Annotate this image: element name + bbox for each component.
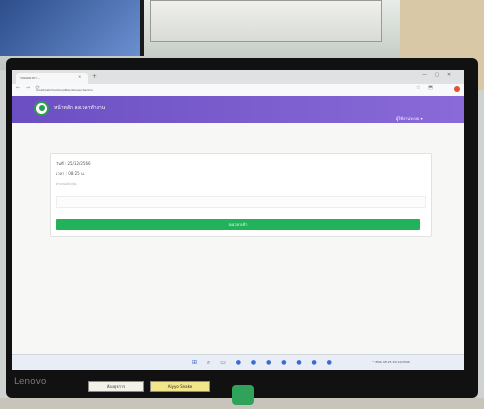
note-field[interactable] xyxy=(56,196,426,208)
checkin-button[interactable]: ลงเวลาเข้า xyxy=(56,219,420,230)
url-field[interactable]: localhost/checkin/attendance/checkin xyxy=(36,87,196,93)
taskbar-icons[interactable]: ⊞ ⌕ ▭ ● ● ● ● ● ● ● xyxy=(192,359,336,367)
extension-icons[interactable]: ☆ ⬒ xyxy=(416,85,436,91)
system-tray[interactable]: ^ ENG 08:25 25/12/2566 xyxy=(372,360,410,364)
background-shelf xyxy=(150,0,382,42)
time-text: เวลา : 08:25 น. xyxy=(56,171,86,176)
sticker-label-yellow: Aiyyo Snake xyxy=(150,381,210,392)
date-text: วันที่ : 25/12/2566 xyxy=(56,161,91,166)
background-monitor xyxy=(0,0,144,56)
monitor-brand: Lenovo xyxy=(14,377,47,387)
app-title[interactable]: หน้าหลัก ลงเวลาทำงาน xyxy=(54,104,105,112)
profile-icon[interactable] xyxy=(454,86,460,92)
sticker-label: ห้องธุรการ xyxy=(88,381,144,392)
window-controls[interactable]: — ▢ ✕ xyxy=(422,72,454,78)
monitor-screen: ระบบลงเวลา ... × + — ▢ ✕ ← → ⟳ localhost… xyxy=(12,70,464,370)
green-mug xyxy=(232,385,254,405)
user-menu[interactable]: ผู้ใช้งานระบบ ▾ xyxy=(396,115,423,122)
location-text: ตำแหน่งปัจจุบัน xyxy=(56,182,77,186)
close-icon[interactable]: × xyxy=(78,74,81,79)
logo-mark xyxy=(39,105,45,111)
new-tab-button[interactable]: + xyxy=(92,73,97,80)
